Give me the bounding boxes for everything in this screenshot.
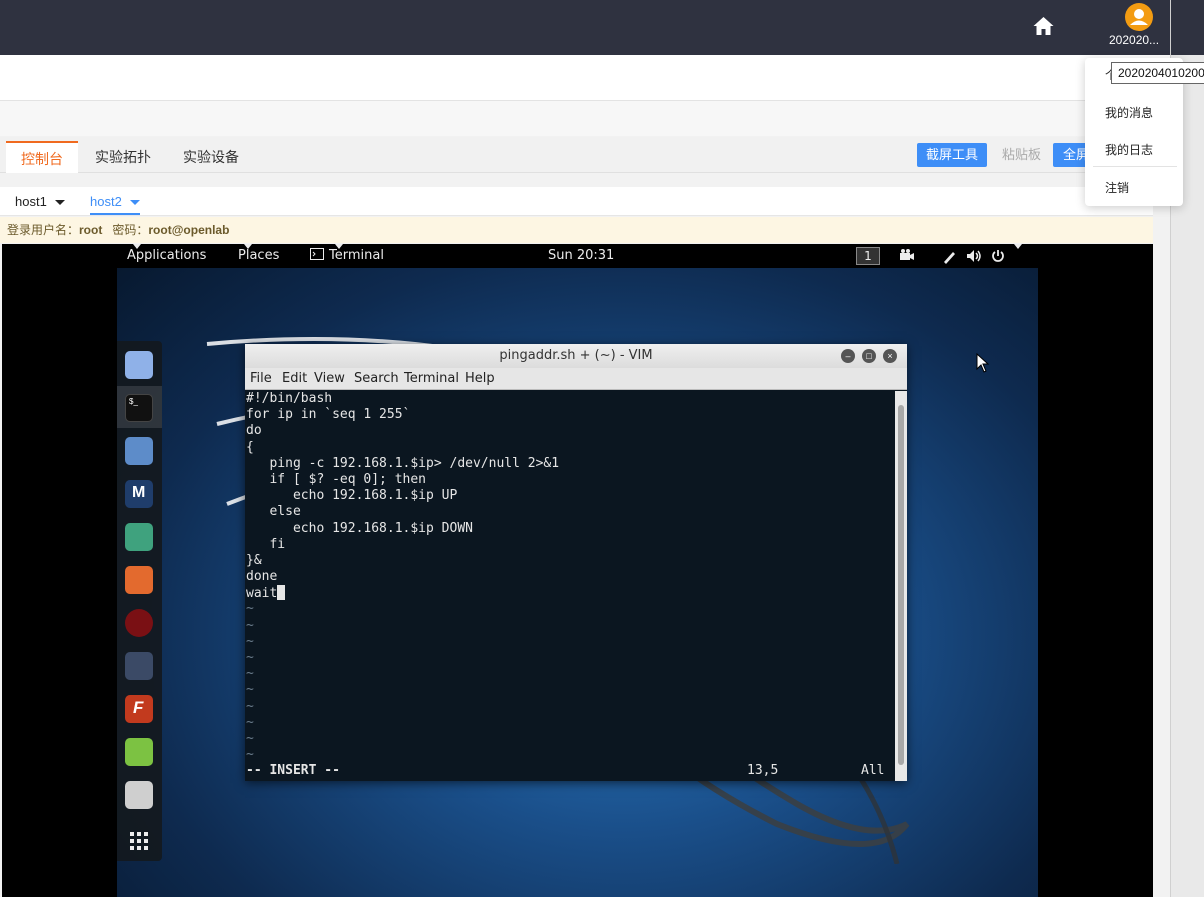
clipboard-button[interactable]: 粘贴板 bbox=[1002, 143, 1042, 167]
screenshot-button[interactable]: 截屏工具 bbox=[917, 143, 987, 167]
password-value: root@openlab bbox=[148, 223, 230, 237]
volume-icon[interactable] bbox=[965, 244, 983, 277]
tab-topology[interactable]: 实验拓扑 bbox=[84, 141, 162, 173]
vim-empty-line: ~ bbox=[246, 730, 254, 746]
dock-burpsuite-icon[interactable] bbox=[125, 566, 153, 594]
terminal-icon bbox=[310, 248, 324, 260]
username-tooltip: 2020204010200 bbox=[1111, 62, 1204, 84]
host-label: host1 bbox=[15, 194, 47, 209]
menu-item-messages[interactable]: 我的消息 bbox=[1105, 104, 1153, 121]
workspace-indicator[interactable]: 1 bbox=[856, 247, 880, 265]
host-label: host2 bbox=[90, 194, 122, 209]
gnome-top-bar: Applications Places Terminal Sun 20:31 1 bbox=[117, 244, 1038, 268]
menu-divider bbox=[1093, 166, 1177, 167]
terminal-window[interactable]: pingaddr.sh + (~) - VIM – □ × File Edit … bbox=[245, 344, 907, 781]
dock-app-icon-11[interactable] bbox=[125, 781, 153, 809]
vim-line: do bbox=[246, 423, 262, 439]
password-label: 密码： bbox=[112, 223, 149, 237]
dock-files-icon[interactable] bbox=[125, 437, 153, 465]
dock-faraday-icon[interactable]: F bbox=[125, 695, 153, 723]
remote-desktop[interactable]: Applications Places Terminal Sun 20:31 1 bbox=[2, 244, 1153, 897]
vim-empty-line: ~ bbox=[246, 714, 254, 730]
vim-empty-line: ~ bbox=[246, 682, 254, 698]
vim-status-line: -- INSERT -- 13,5 All bbox=[245, 762, 893, 780]
tab-bar: 控制台 实验拓扑 实验设备 截屏工具 粘贴板 全屏 bbox=[0, 137, 1153, 173]
menu-terminal[interactable]: Terminal bbox=[404, 368, 459, 390]
dock-app-icon-1[interactable] bbox=[125, 351, 153, 379]
dock-metasploit-icon[interactable]: M bbox=[125, 480, 153, 508]
dock-app-icon-7[interactable] bbox=[125, 609, 153, 637]
vim-line: if [ $? -eq 0]; then bbox=[246, 471, 427, 487]
menu-search[interactable]: Search bbox=[354, 368, 399, 390]
vim-line: echo 192.168.1.$ip UP bbox=[246, 488, 458, 504]
clock[interactable]: Sun 20:31 bbox=[548, 244, 614, 268]
vim-line: fi bbox=[246, 536, 286, 552]
menu-item-logs[interactable]: 我的日志 bbox=[1105, 141, 1153, 158]
minimize-icon[interactable]: – bbox=[841, 349, 855, 363]
terminal-scrollbar-thumb[interactable] bbox=[898, 405, 904, 765]
video-icon[interactable] bbox=[899, 244, 915, 277]
host-selector: host1 host2 bbox=[0, 187, 1153, 216]
spacer bbox=[0, 101, 1170, 136]
terminal-title[interactable]: pingaddr.sh + (~) - VIM bbox=[245, 344, 907, 368]
vim-line: done bbox=[246, 569, 278, 585]
menu-view[interactable]: View bbox=[314, 368, 345, 390]
tab-devices[interactable]: 实验设备 bbox=[172, 141, 250, 173]
vim-mode: -- INSERT -- bbox=[246, 763, 340, 778]
vim-empty-line: ~ bbox=[246, 650, 254, 665]
vim-empty-line: ~ bbox=[246, 633, 254, 649]
terminal-menubar: File Edit View Search Terminal Help bbox=[245, 368, 907, 390]
mouse-pointer-icon bbox=[976, 353, 990, 373]
power-icon[interactable] bbox=[991, 244, 1005, 277]
vim-line: else bbox=[246, 504, 301, 520]
user-name[interactable]: 202020... bbox=[1109, 33, 1159, 47]
terminal-menu[interactable]: Terminal bbox=[310, 244, 384, 268]
vim-line: { bbox=[246, 439, 254, 455]
dock-notes-icon[interactable] bbox=[125, 738, 153, 766]
vim-empty-line: ~ bbox=[246, 617, 254, 633]
dock: $_ M F bbox=[117, 341, 162, 861]
vim-buffer[interactable]: #!/bin/bash for ip in `seq 1 255` do{ ping… bbox=[245, 391, 893, 781]
menu-help[interactable]: Help bbox=[465, 368, 495, 390]
terminal-scrollbar[interactable] bbox=[895, 391, 907, 781]
vim-line: echo 192.168.1.$ip DOWN bbox=[246, 520, 473, 536]
sub-header bbox=[0, 55, 1170, 101]
close-icon[interactable]: × bbox=[883, 349, 897, 363]
menu-file[interactable]: File bbox=[250, 368, 272, 390]
vim-empty-line: ~ bbox=[246, 747, 254, 763]
vim-line: }& bbox=[246, 552, 262, 568]
dock-app-icon-8[interactable] bbox=[125, 652, 153, 680]
dock-armitage-icon[interactable] bbox=[125, 523, 153, 551]
vim-scroll-position: All bbox=[861, 763, 885, 778]
menu-item-logout[interactable]: 注销 bbox=[1105, 179, 1129, 196]
vim-line: #!/bin/bash bbox=[246, 391, 333, 406]
pen-icon[interactable] bbox=[942, 244, 956, 277]
dock-terminal-icon[interactable]: $_ bbox=[125, 394, 153, 422]
user-icon bbox=[1130, 9, 1148, 25]
text-cursor bbox=[277, 585, 286, 601]
scrollbar-top bbox=[1171, 0, 1204, 55]
vim-empty-line: ~ bbox=[246, 698, 254, 714]
user-value: root bbox=[79, 223, 103, 237]
maximize-icon[interactable]: □ bbox=[862, 349, 876, 363]
user-label: 登录用户名： bbox=[7, 223, 80, 237]
show-apps-grid-icon[interactable] bbox=[125, 826, 153, 854]
tab-console[interactable]: 控制台 bbox=[6, 141, 78, 173]
host-tab-host2[interactable]: host2 bbox=[90, 189, 140, 215]
menu-edit[interactable]: Edit bbox=[282, 368, 307, 390]
vim-line: wait bbox=[246, 585, 893, 601]
top-header: 202020... bbox=[0, 0, 1184, 55]
chevron-down-icon bbox=[129, 200, 140, 206]
vim-empty-line: ~ bbox=[246, 666, 254, 682]
vim-line: for ip in `seq 1 255` bbox=[246, 407, 411, 423]
host-tab-host1[interactable]: host1 bbox=[15, 189, 65, 215]
vim-line: ping -c 192.168.1.$ip> /dev/null 2>&1 bbox=[246, 455, 560, 471]
vim-empty-line: ~ bbox=[246, 601, 254, 617]
avatar[interactable] bbox=[1125, 3, 1153, 31]
chevron-down-icon bbox=[54, 200, 65, 206]
vim-cursor-position: 13,5 bbox=[747, 763, 779, 778]
login-info: 登录用户名：root 密码：root@openlab bbox=[0, 217, 1153, 243]
kali-desktop[interactable]: Applications Places Terminal Sun 20:31 1 bbox=[117, 244, 1038, 897]
home-icon[interactable] bbox=[1031, 14, 1056, 38]
